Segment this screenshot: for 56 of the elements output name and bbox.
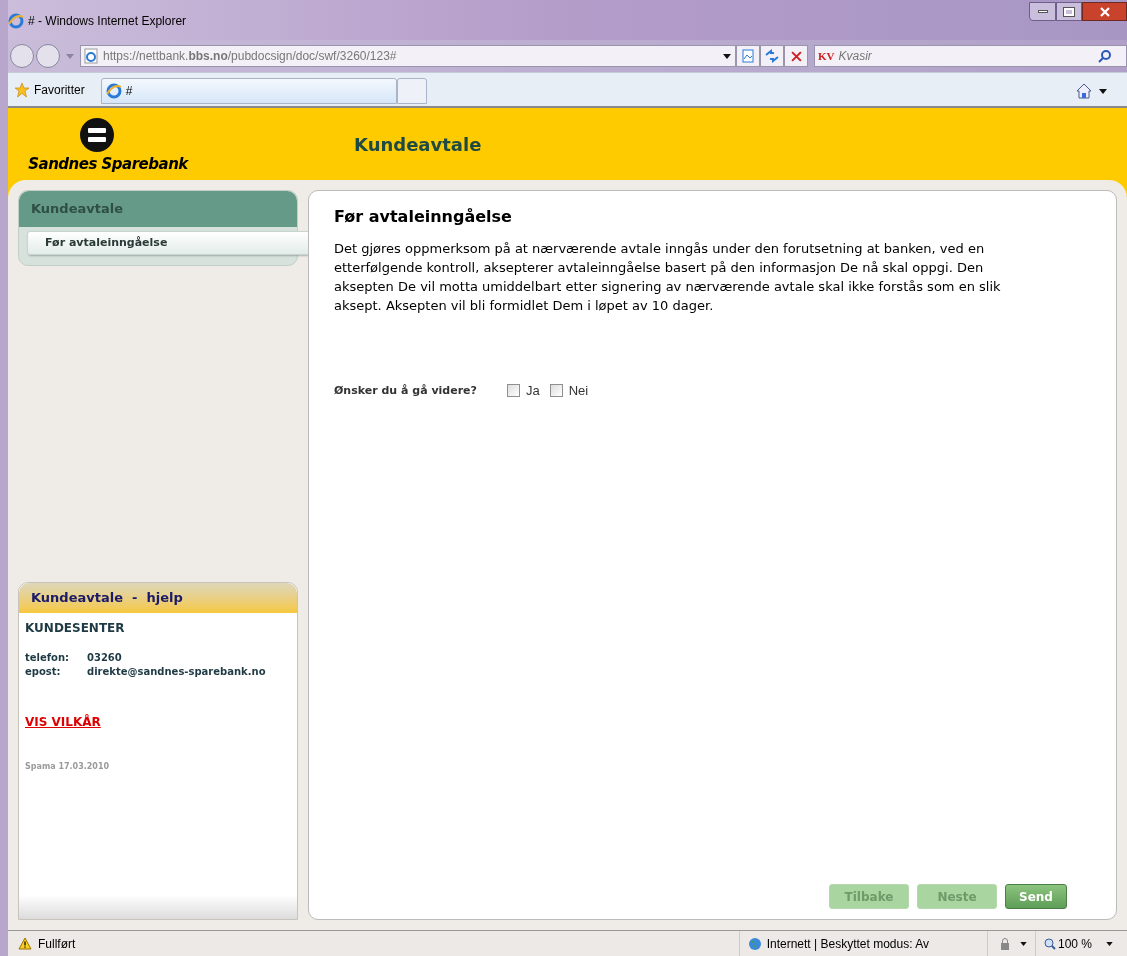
minimize-button[interactable] (1029, 2, 1056, 21)
dropdown-icon[interactable] (1106, 941, 1113, 946)
dropdown-icon[interactable] (723, 53, 731, 59)
sidebar-item[interactable]: Før avtaleinngåelse (27, 231, 311, 255)
checkbox-label: Ja (525, 382, 540, 400)
content-paragraph: Det gjøres oppmerksom på at nærværende avtale inngås under den forutsetning at banken, ved en etterfølgende kontroll, aksepterer avtaleinngåelse basert på den informasjon De nå skal oppgi. Den aksepten De vil motta umiddelbart etter signering av nærværende avtale skal ikke forstås som en slik aksept. Aksepten vil bli formidlet Dem i løpet av 10 dager. (334, 240, 1002, 315)
logo-icon (79, 116, 115, 153)
checkbox[interactable] (549, 384, 563, 398)
sidebar-title: Kundeavtale (19, 191, 297, 227)
contact-label: telefon: (25, 651, 71, 665)
home-icon[interactable] (1075, 82, 1093, 100)
favorites-button[interactable]: Favoritter (8, 76, 91, 104)
refresh-icon (765, 49, 779, 63)
stop-button[interactable] (784, 45, 808, 67)
page-icon (84, 48, 98, 64)
window-title: # - Windows Internet Explorer (28, 13, 187, 30)
brand-name: Sandnes Sparebank (27, 153, 188, 175)
content-heading: Før avtaleinngåelse (334, 206, 513, 228)
terms-link[interactable]: VIS VILKÅR (25, 713, 291, 731)
stop-icon (790, 50, 802, 62)
address-field[interactable]: https://nettbank.bbs.no/pubdocsign/doc/swf/3260/123# (80, 45, 736, 67)
search-icon[interactable] (1098, 49, 1112, 63)
warning-icon (18, 937, 32, 950)
security-zone-text: Internett | Beskyttet modus: Av (766, 935, 929, 953)
zoom-icon (1043, 937, 1056, 950)
version-note: Spama 17.03.2010 (25, 761, 110, 773)
contact-value: 03260 (87, 651, 122, 665)
header-title: Kundeavtale (354, 132, 482, 157)
star-icon (14, 82, 30, 98)
close-button[interactable] (1082, 2, 1127, 21)
status-text: Fullført (38, 935, 76, 953)
search-box[interactable]: KV Kvasir (814, 45, 1127, 67)
search-field[interactable]: Kvasir (838, 47, 1039, 65)
zoom-button[interactable]: 100 % (1043, 934, 1092, 953)
help-heading: KUNDESENTER (25, 620, 126, 637)
dropdown-icon[interactable] (1019, 941, 1027, 946)
checkbox-label: Nei (568, 382, 589, 400)
back-button[interactable] (10, 44, 34, 68)
checkbox[interactable] (506, 384, 520, 398)
browser-icon (105, 83, 122, 99)
question-label: Ønsker du å gå videre? (334, 382, 477, 399)
compatibility-button[interactable] (736, 45, 760, 67)
help-title: Kundeavtale - hjelp (19, 583, 297, 613)
page-chart-icon (741, 49, 755, 63)
dropdown-icon[interactable] (1099, 89, 1107, 94)
contact-value: direkte@sandnes-sparebank.no (87, 665, 266, 679)
maximize-button[interactable] (1056, 2, 1082, 21)
url-text: https://nettbank.bbs.no/pubdocsign/doc/swf/3260/123# (103, 48, 397, 65)
refresh-button[interactable] (760, 45, 784, 67)
globe-icon (747, 936, 762, 951)
contact-label: epost: (25, 665, 62, 679)
close-icon (1099, 6, 1110, 17)
forward-button[interactable] (36, 44, 60, 68)
search-provider-logo: KV (818, 48, 835, 64)
browser-icon (8, 13, 24, 29)
browser-tab[interactable]: # (100, 78, 397, 104)
